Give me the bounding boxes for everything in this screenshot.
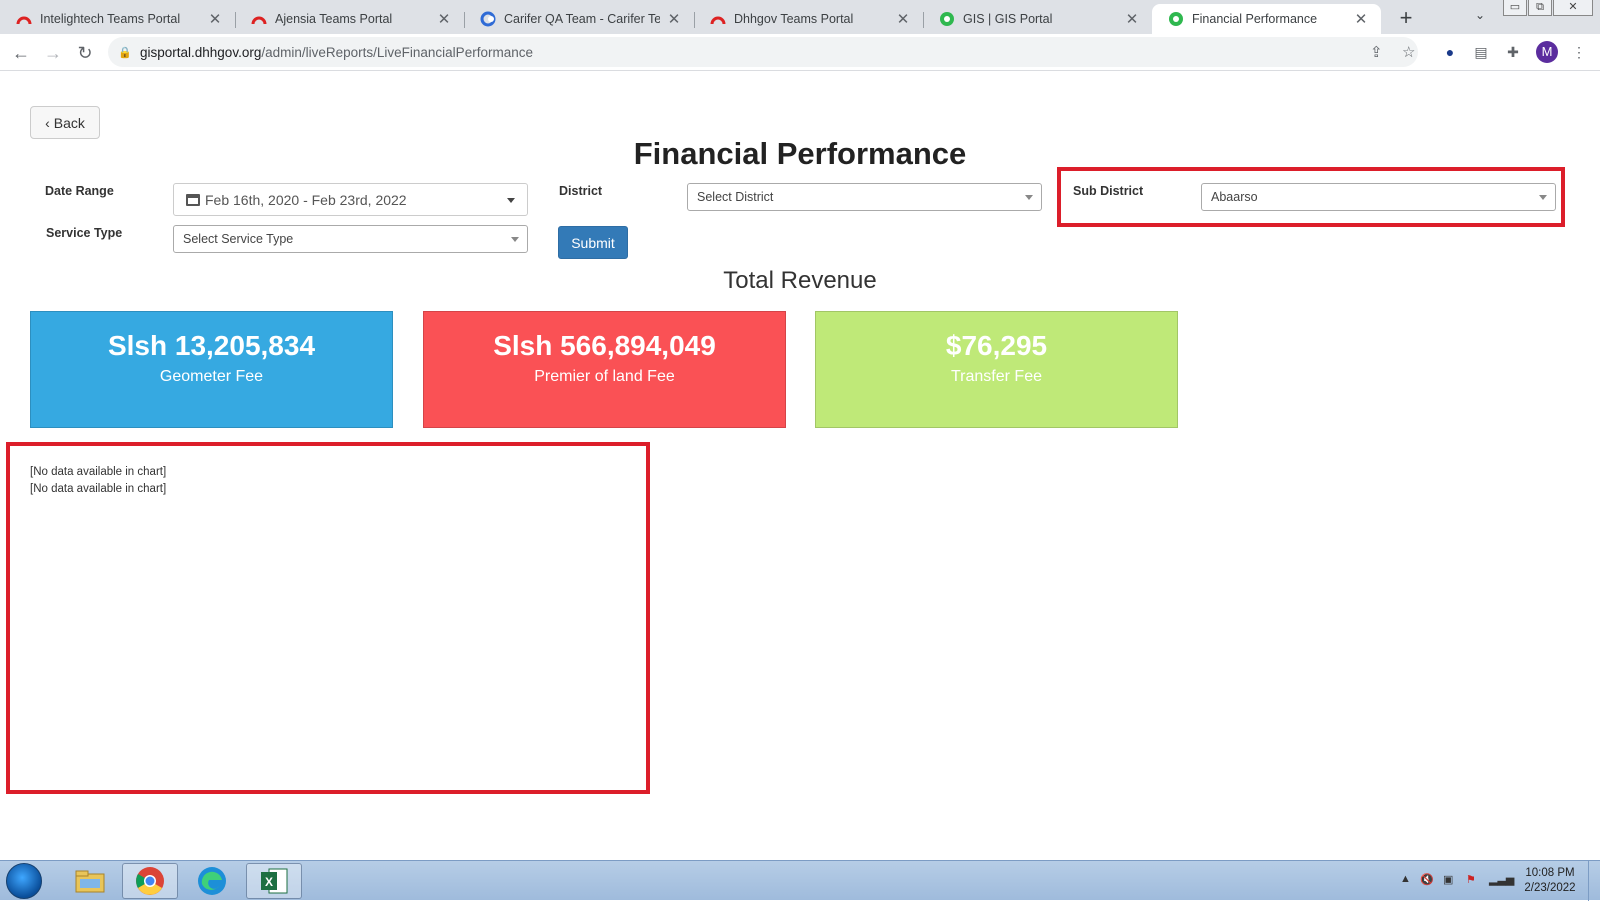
close-window-button[interactable]: ✕	[1553, 0, 1593, 16]
sub-district-select-value: Abaarso	[1211, 190, 1258, 204]
windows-taskbar: X ▲ 🔇 ▣ ⚑ ▂▃▅ 10:08 PM 2/23/2022	[0, 860, 1600, 901]
portal-arc-icon	[710, 11, 726, 27]
caret-down-icon	[1025, 195, 1033, 200]
portal-arc-icon	[251, 11, 267, 27]
card-amount: Slsh 13,205,834	[107, 330, 316, 361]
forward-arrow-icon[interactable]: →	[40, 40, 66, 66]
service-type-label: Service Type	[46, 226, 123, 240]
back-arrow-icon[interactable]: ←	[8, 40, 34, 66]
network-signal-icon[interactable]: ▂▃▅	[1489, 873, 1514, 886]
system-clock[interactable]: 10:08 PM 2/23/2022	[1515, 866, 1585, 896]
service-type-select-value: Select Service Type	[183, 232, 294, 246]
chevron-left-icon: ‹	[45, 114, 50, 131]
tab-title: Carifer QA Team - Carifer Team	[504, 12, 660, 26]
url-host: gisportal.dhhgov.org	[140, 44, 262, 60]
calendar-icon	[186, 193, 200, 206]
tab-search-chevron-icon[interactable]: ⌄	[1470, 8, 1490, 28]
restore-button[interactable]: ⧉	[1528, 0, 1552, 16]
tab-title: GIS | GIS Portal	[963, 12, 1053, 26]
clock-date: 2/23/2022	[1524, 882, 1576, 894]
card-name: Transfer Fee	[951, 368, 1042, 385]
district-select-value: Select District	[697, 190, 774, 204]
close-tab-icon[interactable]: ✕	[666, 10, 682, 28]
district-select[interactable]: Select District	[687, 183, 1042, 211]
tab-title: Ajensia Teams Portal	[275, 12, 393, 26]
caret-down-icon	[507, 198, 515, 203]
show-hidden-icons-icon[interactable]: ▲	[1400, 873, 1411, 885]
profile-avatar[interactable]: M	[1536, 41, 1558, 63]
page-content: ‹ Back Financial Performance Date Range …	[0, 72, 1600, 860]
chrome-icon[interactable]	[122, 863, 178, 899]
district-label: District	[559, 184, 603, 198]
reload-icon[interactable]: ↻	[72, 40, 98, 66]
close-tab-icon[interactable]: ✕	[207, 10, 223, 28]
total-revenue-heading: Total Revenue	[723, 267, 877, 294]
close-tab-icon[interactable]: ✕	[1353, 10, 1369, 28]
card-amount: Slsh 566,894,049	[493, 330, 716, 361]
tab-title: Intelightech Teams Portal	[40, 12, 181, 26]
carifer-icon	[480, 11, 496, 27]
no-data-message: [No data available in chart]	[30, 483, 167, 495]
date-range-picker[interactable]: Feb 16th, 2020 - Feb 23rd, 2022	[173, 183, 528, 216]
bookmark-star-icon[interactable]: ☆	[1402, 43, 1415, 61]
menu-kebab-icon[interactable]: ⋮	[1569, 42, 1589, 62]
browser-toolbar: ← → ↻ 🔒 gisportal.dhhgov.org/admin/liveR…	[0, 34, 1600, 71]
date-range-value: Feb 16th, 2020 - Feb 23rd, 2022	[205, 191, 407, 208]
extensions-puzzle-icon[interactable]: ✚	[1503, 42, 1523, 62]
tab-dhhgov[interactable]: Dhhgov Teams Portal ✕	[694, 4, 924, 34]
lock-icon: 🔒	[118, 46, 132, 59]
clipboard-extension-icon[interactable]: ▤	[1471, 42, 1491, 62]
portal-arc-icon	[16, 11, 32, 27]
windows-explorer-icon[interactable]	[62, 863, 118, 899]
caret-down-icon	[1539, 195, 1547, 200]
submit-button[interactable]: Submit	[558, 226, 628, 259]
card-amount: $76,295	[945, 330, 1048, 361]
caret-down-icon	[511, 237, 519, 242]
close-tab-icon[interactable]: ✕	[436, 10, 452, 28]
transfer-fee-card: $76,295 Transfer Fee	[815, 311, 1178, 428]
tab-title: Dhhgov Teams Portal	[734, 12, 854, 26]
tab-ajensia[interactable]: Ajensia Teams Portal ✕	[235, 4, 465, 34]
address-bar[interactable]: 🔒 gisportal.dhhgov.org/admin/liveReports…	[108, 37, 1418, 67]
tab-gis[interactable]: GIS | GIS Portal ✕	[923, 4, 1152, 34]
browser-tab-strip: Intelightech Teams Portal ✕ Ajensia Team…	[0, 0, 1600, 34]
action-center-flag-icon[interactable]: ⚑	[1466, 873, 1476, 886]
excel-icon[interactable]: X	[246, 863, 302, 899]
close-tab-icon[interactable]: ✕	[1124, 10, 1140, 28]
geometer-fee-card: Slsh 13,205,834 Geometer Fee	[30, 311, 393, 428]
new-tab-button[interactable]: +	[1392, 5, 1420, 33]
sub-district-select[interactable]: Abaarso	[1201, 183, 1556, 211]
minimize-button[interactable]: ▭	[1503, 0, 1527, 16]
gis-icon	[1168, 11, 1184, 27]
extension-shield-icon[interactable]: ●	[1440, 42, 1460, 62]
url-path: /admin/liveReports/LiveFinancialPerforma…	[261, 44, 533, 60]
show-desktop-button[interactable]	[1588, 861, 1600, 901]
card-name: Premier of land Fee	[534, 368, 675, 385]
volume-muted-icon[interactable]: 🔇	[1420, 873, 1434, 886]
gis-icon	[939, 11, 955, 27]
start-button[interactable]	[6, 863, 42, 899]
premier-land-fee-card: Slsh 566,894,049 Premier of land Fee	[423, 311, 786, 428]
date-range-label: Date Range	[45, 184, 114, 198]
no-data-message: [No data available in chart]	[30, 466, 167, 478]
edge-icon[interactable]	[184, 863, 240, 899]
power-icon[interactable]: ▣	[1443, 873, 1453, 886]
tab-financial-performance[interactable]: Financial Performance ✕	[1152, 4, 1381, 34]
svg-text:X: X	[265, 875, 273, 889]
close-tab-icon[interactable]: ✕	[895, 10, 911, 28]
card-name: Geometer Fee	[159, 368, 264, 385]
clock-time: 10:08 PM	[1525, 867, 1575, 879]
share-icon[interactable]: ⇪	[1370, 43, 1383, 61]
tab-intelightech[interactable]: Intelightech Teams Portal ✕	[0, 4, 236, 34]
tab-carifer[interactable]: Carifer QA Team - Carifer Team ✕	[464, 4, 695, 34]
tab-title: Financial Performance	[1192, 12, 1318, 26]
back-button-label: Back	[53, 114, 85, 131]
back-button[interactable]: ‹ Back	[30, 106, 100, 139]
chart-area: [No data available in chart] [No data av…	[30, 464, 166, 498]
service-type-select[interactable]: Select Service Type	[173, 225, 528, 253]
sub-district-label: Sub District	[1073, 184, 1144, 198]
